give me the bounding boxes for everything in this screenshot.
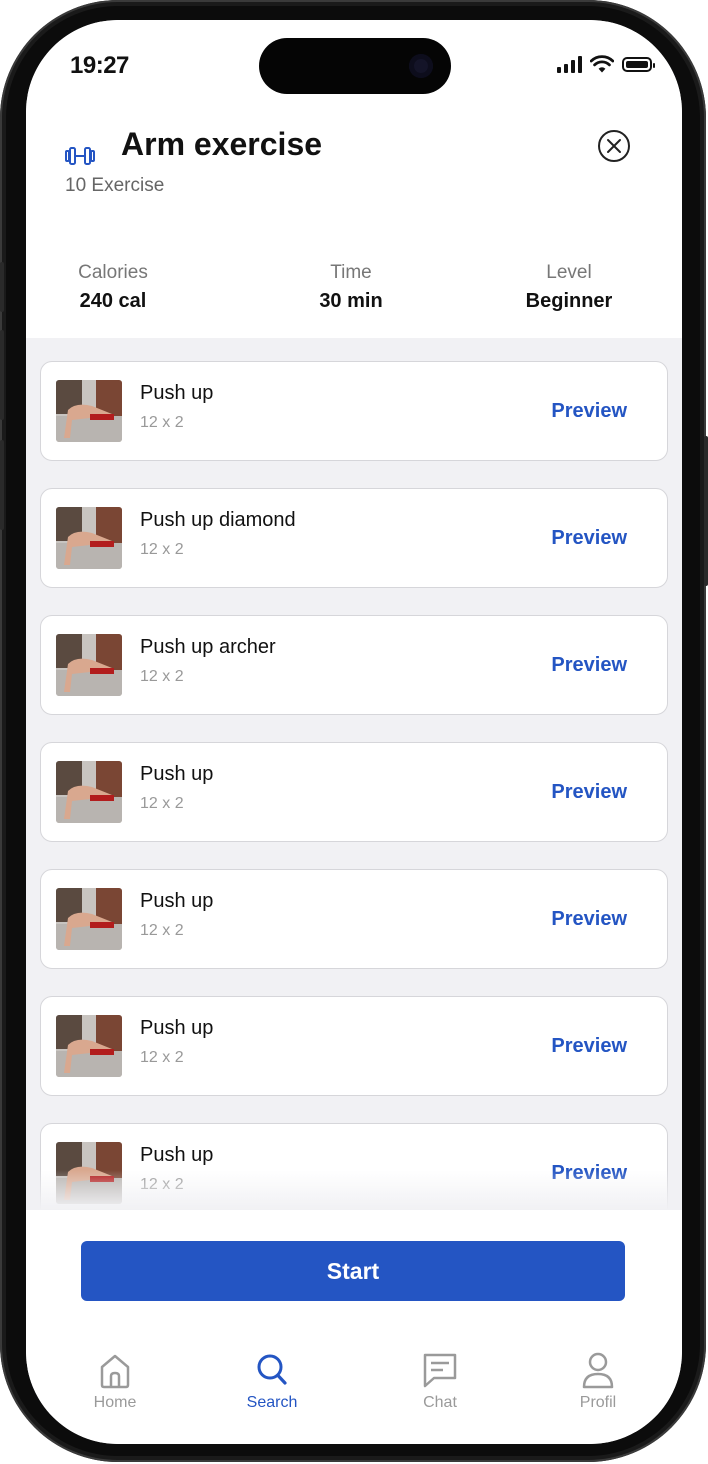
- preview-link[interactable]: Preview: [551, 1035, 627, 1058]
- start-button[interactable]: Start: [81, 1241, 625, 1301]
- nav-home[interactable]: Home: [55, 1350, 175, 1412]
- preview-link[interactable]: Preview: [551, 654, 627, 677]
- exercise-name: Push up archer: [140, 636, 276, 658]
- stat-value: 30 min: [319, 290, 383, 312]
- stat-value: Beginner: [525, 290, 613, 312]
- exercise-thumbnail: [56, 380, 122, 442]
- close-icon: [607, 139, 621, 153]
- exercise-card[interactable]: Push up 12 x 2 Preview: [40, 361, 668, 461]
- exercise-thumbnail: [56, 888, 122, 950]
- exercise-name: Push up: [140, 382, 214, 404]
- stat-label: Time: [330, 262, 372, 283]
- preview-link[interactable]: Preview: [551, 400, 627, 423]
- screen: 19:27 Arm exercise 10 Exercise Calories …: [26, 20, 682, 1444]
- status-time: 19:27: [70, 52, 129, 79]
- stat-value: 240 cal: [79, 290, 147, 312]
- chat-icon: [423, 1353, 457, 1388]
- stat-label: Calories: [78, 262, 148, 283]
- exercise-name: Push up diamond: [140, 509, 296, 531]
- volume-button: [0, 262, 4, 312]
- exercise-thumbnail: [56, 507, 122, 569]
- list-fade: [40, 1170, 668, 1210]
- dumbbell-icon: [65, 147, 95, 165]
- stat-level: Level Beginner: [504, 262, 634, 313]
- exercise-reps: 12 x 2: [140, 795, 184, 812]
- wifi-icon: [590, 55, 614, 73]
- preview-link[interactable]: Preview: [551, 781, 627, 804]
- page-title: Arm exercise: [121, 126, 323, 162]
- nav-profile[interactable]: Profil: [538, 1350, 658, 1412]
- nav-chat[interactable]: Chat: [380, 1350, 500, 1412]
- close-button[interactable]: [598, 130, 630, 162]
- exercise-card[interactable]: Push up 12 x 2 Preview: [40, 869, 668, 969]
- power-button: [704, 436, 708, 586]
- exercise-thumbnail: [56, 1015, 122, 1077]
- home-icon: [100, 1354, 130, 1389]
- nav-label: Chat: [423, 1394, 457, 1411]
- battery-icon: [622, 56, 655, 72]
- dynamic-island: [259, 38, 451, 94]
- exercise-name: Push up: [140, 763, 214, 785]
- exercise-card[interactable]: Push up 12 x 2 Preview: [40, 996, 668, 1096]
- preview-link[interactable]: Preview: [551, 527, 627, 550]
- volume-button: [0, 440, 4, 530]
- exercise-name: Push up: [140, 1144, 214, 1166]
- volume-button: [0, 330, 4, 420]
- exercise-name: Push up: [140, 890, 214, 912]
- signal-icon: [557, 55, 582, 73]
- exercise-thumbnail: [56, 761, 122, 823]
- stat-label: Level: [546, 262, 592, 283]
- bottom-nav: Home Search Chat Profil: [26, 1350, 682, 1440]
- exercise-card[interactable]: Push up diamond 12 x 2 Preview: [40, 488, 668, 588]
- exercise-count: 10 Exercise: [65, 175, 165, 196]
- exercise-reps: 12 x 2: [140, 541, 184, 558]
- camera-icon: [409, 54, 433, 78]
- stat-calories: Calories 240 cal: [54, 262, 172, 313]
- profile-icon: [582, 1352, 614, 1389]
- exercise-name: Push up: [140, 1017, 214, 1039]
- exercise-card[interactable]: Push up archer 12 x 2 Preview: [40, 615, 668, 715]
- exercise-reps: 12 x 2: [140, 1049, 184, 1066]
- search-icon: [257, 1354, 287, 1385]
- workout-header: Arm exercise 10 Exercise Calories 240 ca…: [26, 100, 682, 338]
- nav-search[interactable]: Search: [212, 1350, 332, 1412]
- exercise-list[interactable]: Push up 12 x 2 Preview Push up diamond 12 x …: [40, 360, 668, 1210]
- exercise-thumbnail: [56, 634, 122, 696]
- stat-time: Time 30 min: [291, 262, 411, 313]
- nav-label: Search: [246, 1394, 298, 1411]
- exercise-reps: 12 x 2: [140, 922, 184, 939]
- exercise-reps: 12 x 2: [140, 668, 184, 685]
- bottom-panel: Start Home Search Chat Profil: [26, 1210, 682, 1444]
- nav-label: Home: [93, 1394, 137, 1411]
- exercise-reps: 12 x 2: [140, 414, 184, 431]
- nav-label: Profil: [579, 1394, 617, 1411]
- exercise-card[interactable]: Push up 12 x 2 Preview: [40, 742, 668, 842]
- status-icons: [557, 54, 655, 74]
- status-bar: 19:27: [26, 20, 682, 100]
- preview-link[interactable]: Preview: [551, 908, 627, 931]
